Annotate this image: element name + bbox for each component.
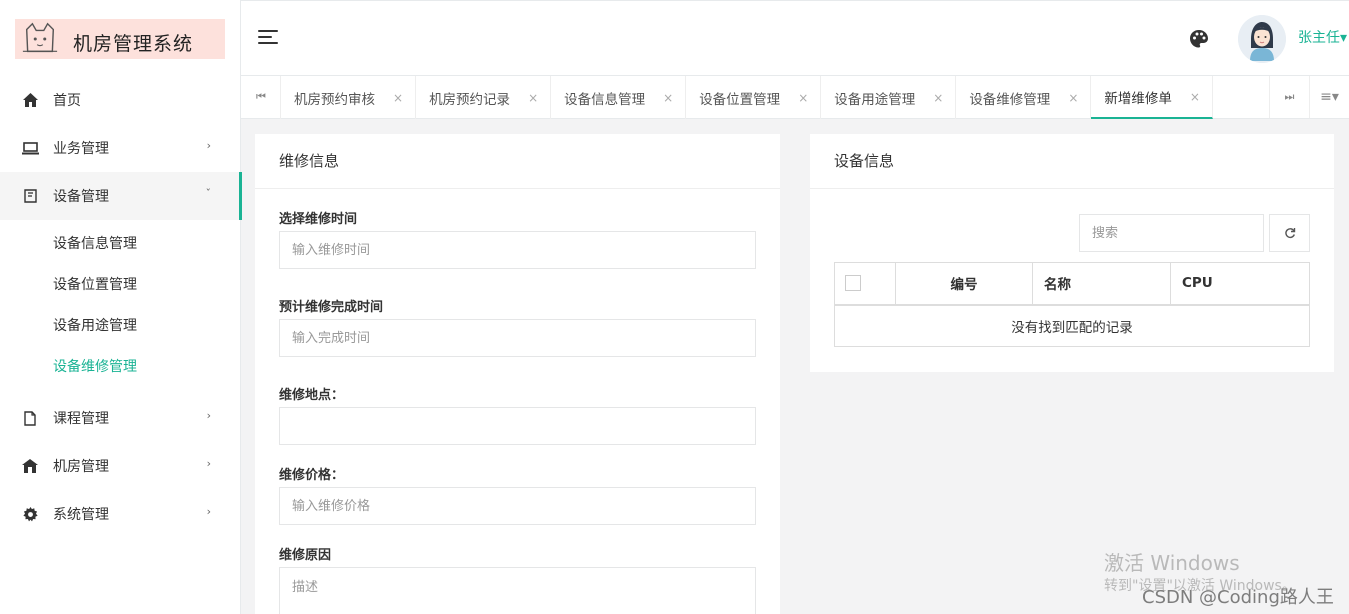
sidebar-item-rooms[interactable]: 机房管理 › — [0, 442, 241, 490]
completion-time-label: 预计维修完成时间 — [279, 300, 384, 315]
sidebar-item-courses[interactable]: 课程管理 › — [0, 394, 241, 442]
repair-location-input[interactable] — [279, 407, 756, 445]
sidebar-item-business[interactable]: 业务管理 › — [0, 124, 241, 172]
close-icon[interactable]: × — [528, 91, 538, 105]
tab-options-menu-icon[interactable]: ≡▾ — [1309, 76, 1349, 118]
table-row: 没有找到匹配的记录 — [835, 305, 1310, 347]
sidebar-item-devices[interactable]: 设备管理 ˇ — [0, 172, 242, 220]
chevron-right-icon: › — [206, 139, 211, 152]
tab-label: 机房预约审核 — [294, 91, 375, 108]
repair-reason-label: 维修原因 — [279, 548, 332, 563]
tab-new-repair-order[interactable]: 新增维修单 × — [1091, 76, 1213, 119]
device-icon — [21, 187, 39, 205]
chevron-right-icon: › — [206, 457, 211, 470]
tab-label: 设备位置管理 — [699, 91, 781, 108]
tab-label: 新增维修单 — [1104, 90, 1172, 107]
device-info-title: 设备信息 — [810, 134, 1334, 189]
tab-device-repair[interactable]: 设备维修管理 × — [956, 76, 1092, 119]
csdn-credit-watermark: CSDN @Coding路人王 — [1142, 587, 1334, 608]
repair-time-input[interactable] — [279, 231, 756, 269]
sidebar: 机房管理系统 首页 业务管理 › 设备管理 ˇ 设备信息管理 设备位置管理 设备… — [0, 0, 242, 614]
subnav-device-location[interactable]: 设备位置管理 — [0, 265, 241, 306]
top-header: 张主任▾ — [241, 0, 1349, 76]
app-logo[interactable]: 机房管理系统 — [15, 19, 225, 59]
column-header-name[interactable]: 名称 — [1032, 262, 1171, 306]
tab-device-location[interactable]: 设备位置管理 × — [686, 76, 822, 119]
home-icon — [21, 91, 39, 109]
tab-label: 设备维修管理 — [969, 91, 1051, 108]
close-icon[interactable]: × — [663, 91, 673, 105]
tab-device-info[interactable]: 设备信息管理 × — [551, 76, 687, 119]
repair-info-title: 维修信息 — [255, 134, 780, 189]
sidebar-item-home[interactable]: 首页 — [0, 76, 241, 124]
close-icon[interactable]: × — [933, 91, 943, 105]
gear-icon — [21, 505, 39, 523]
device-info-panel: 设备信息 编号 名称 CPU 没有找到匹配的记录 — [810, 134, 1334, 372]
avatar-illustration-icon — [1238, 15, 1286, 63]
repair-price-label: 维修价格： — [279, 468, 345, 483]
select-all-checkbox[interactable] — [845, 275, 861, 292]
tab-label: 机房预约记录 — [429, 91, 511, 108]
tab-label: 设备信息管理 — [564, 91, 646, 108]
tab-bar: ⏮ 机房预约审核 × 机房预约记录 × 设备信息管理 × 设备位置管理 × 设备… — [241, 76, 1349, 119]
repair-info-panel: 维修信息 选择维修时间 预计维修完成时间 维修地点： 维修价格： 维修原因 — [255, 134, 780, 614]
sidebar-item-label: 课程管理 — [53, 411, 109, 427]
repair-time-label: 选择维修时间 — [279, 212, 358, 227]
sidebar-item-label: 系统管理 — [53, 507, 109, 523]
completion-time-input[interactable] — [279, 319, 756, 357]
repair-price-input[interactable] — [279, 487, 756, 525]
column-header-id[interactable]: 编号 — [895, 262, 1033, 306]
tab-label: 设备用途管理 — [834, 91, 916, 108]
sidebar-item-label: 业务管理 — [53, 141, 109, 157]
column-header-cpu[interactable]: CPU — [1170, 262, 1310, 306]
refresh-icon — [1284, 228, 1295, 239]
subnav-device-repair[interactable]: 设备维修管理 — [0, 347, 241, 388]
user-menu[interactable]: 张主任▾ — [1298, 27, 1347, 47]
subnav-device-info[interactable]: 设备信息管理 — [0, 224, 241, 265]
tab-room-reservation-records[interactable]: 机房预约记录 × — [416, 76, 552, 119]
table-header-row: 编号 名称 CPU — [834, 262, 1310, 306]
chevron-right-icon: › — [206, 409, 211, 422]
palette-icon[interactable] — [1189, 29, 1209, 49]
refresh-button[interactable] — [1269, 214, 1310, 252]
sidebar-item-system[interactable]: 系统管理 › — [0, 490, 241, 538]
close-icon[interactable]: × — [798, 91, 808, 105]
windows-activation-watermark: 激活 Windows — [1104, 551, 1240, 575]
sidebar-item-label: 设备管理 — [53, 189, 109, 205]
repair-reason-textarea[interactable] — [279, 567, 756, 614]
menu-toggle-icon[interactable] — [258, 29, 278, 45]
empty-table-message: 没有找到匹配的记录 — [1011, 319, 1133, 336]
chevron-down-icon: ˇ — [205, 187, 212, 200]
sidebar-item-label: 首页 — [53, 93, 81, 109]
repair-location-label: 维修地点： — [279, 388, 345, 403]
close-icon[interactable]: × — [393, 91, 403, 105]
sidebar-nav: 首页 业务管理 › 设备管理 ˇ 设备信息管理 设备位置管理 设备用途管理 设备… — [0, 76, 242, 538]
tab-scroll-right-icon[interactable]: ⏭ — [1269, 76, 1309, 118]
building-icon — [21, 457, 39, 475]
close-icon[interactable]: × — [1190, 90, 1200, 104]
cat-logo-icon — [22, 22, 58, 53]
tab-list: 机房预约审核 × 机房预约记录 × 设备信息管理 × 设备位置管理 × 设备用途… — [280, 76, 1213, 119]
close-icon[interactable]: × — [1068, 91, 1078, 105]
tab-device-usage[interactable]: 设备用途管理 × — [821, 76, 957, 119]
device-subnav: 设备信息管理 设备位置管理 设备用途管理 设备维修管理 — [0, 220, 241, 394]
device-search-input[interactable] — [1079, 214, 1264, 252]
select-all-cell — [834, 262, 896, 306]
chevron-right-icon: › — [206, 505, 211, 518]
device-table: 编号 名称 CPU 没有找到匹配的记录 — [834, 262, 1310, 347]
subnav-device-usage[interactable]: 设备用途管理 — [0, 306, 241, 347]
tab-room-reservation-review[interactable]: 机房预约审核 × — [281, 76, 417, 119]
repair-form: 选择维修时间 预计维修完成时间 维修地点： 维修价格： 维修原因 — [255, 208, 780, 614]
user-avatar[interactable] — [1238, 15, 1286, 63]
tab-scroll-left-icon[interactable]: ⏮ — [241, 76, 281, 118]
app-title: 机房管理系统 — [73, 32, 194, 55]
laptop-icon — [21, 139, 39, 157]
sidebar-item-label: 机房管理 — [53, 459, 109, 475]
file-icon — [21, 409, 39, 427]
